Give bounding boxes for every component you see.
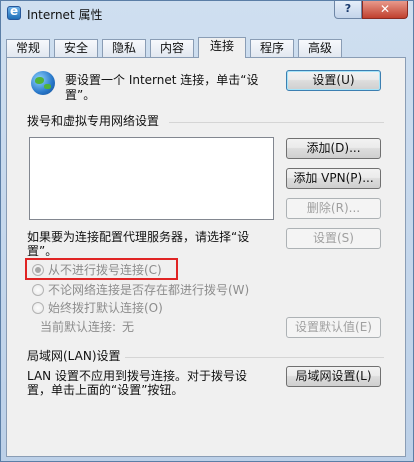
proxy-settings-button[interactable]: 设置(S) (286, 228, 381, 249)
lan-text-line2: 置，单击上面的“设置”按钮。 (27, 383, 184, 397)
internet-explorer-icon (7, 4, 21, 20)
radio-always-dial-default-label[interactable]: 始终拨打默认连接(O) (48, 301, 163, 316)
proxy-text-line1: 如果要为连接配置代理服务器，请选择“设 (27, 230, 250, 244)
lan-section-divider (125, 357, 384, 358)
tab-content[interactable]: 内容 (150, 39, 194, 57)
tab-privacy[interactable]: 隐私 (102, 39, 146, 57)
set-default-button[interactable]: 设置默认值(E) (286, 317, 381, 338)
radio-always-dial-default[interactable] (32, 302, 44, 314)
tab-advanced[interactable]: 高级 (298, 39, 342, 57)
proxy-text-line2: 置”。 (27, 244, 58, 258)
setup-text-line2: 置”。 (65, 88, 96, 102)
close-button[interactable]: ✕ (362, 1, 408, 19)
tab-connections[interactable]: 连接 (198, 37, 246, 58)
add-vpn-button[interactable]: 添加 VPN(P)... (286, 168, 381, 189)
radio-dial-whenever[interactable] (32, 284, 44, 296)
lan-text-line1: LAN 设置不应用到拨号连接。对于拨号设 (27, 369, 247, 383)
lan-settings-button[interactable]: 局域网设置(L) (286, 366, 381, 387)
title-bar[interactable]: Internet 属性 ? ✕ (1, 1, 413, 27)
tab-security[interactable]: 安全 (54, 39, 98, 57)
tab-general[interactable]: 常规 (6, 39, 50, 57)
tab-programs[interactable]: 程序 (250, 39, 294, 57)
setup-button[interactable]: 设置(U) (286, 70, 381, 91)
highlight-box (25, 258, 178, 280)
lan-section-title: 局域网(LAN)设置 (27, 349, 121, 363)
remove-button[interactable]: 删除(R)... (286, 198, 381, 219)
add-button[interactable]: 添加(D)... (286, 138, 381, 159)
connection-listbox[interactable] (29, 137, 274, 220)
internet-properties-window: Internet 属性 ? ✕ 常规 安全 隐私 内容 连接 程序 高级 要设置… (0, 0, 414, 462)
window-title: Internet 属性 (27, 8, 103, 22)
help-button[interactable]: ? (334, 1, 362, 19)
dialup-section-title: 拨号和虚拟专用网络设置 (27, 114, 160, 128)
setup-text-line1: 要设置一个 Internet 连接，单击“设 (65, 73, 259, 87)
current-default-value: 无 (122, 320, 135, 334)
current-default-label: 当前默认连接: (40, 320, 117, 334)
dialup-section-divider (169, 122, 384, 123)
radio-dial-whenever-label[interactable]: 不论网络连接是否存在都进行拨号(W) (48, 283, 249, 298)
globe-network-icon (31, 71, 55, 95)
